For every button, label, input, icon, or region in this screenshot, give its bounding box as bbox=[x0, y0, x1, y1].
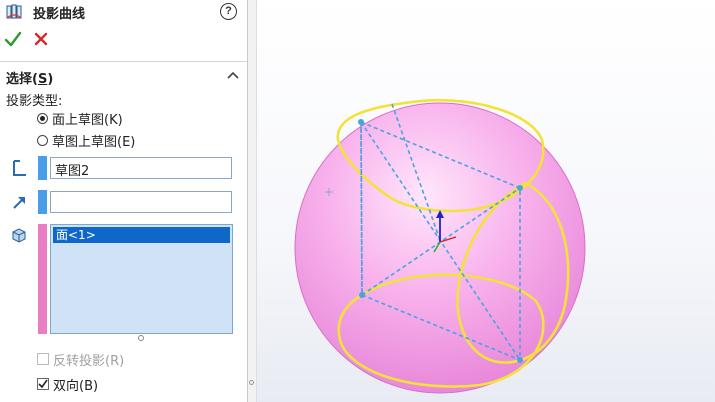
faces-color-tab bbox=[38, 224, 47, 334]
selection-group-title-key: S bbox=[37, 72, 48, 87]
radio-sketch-on-sketch[interactable]: 草图上草图(E) bbox=[37, 131, 136, 150]
cancel-button[interactable] bbox=[32, 30, 50, 48]
sketch-to-project-icon bbox=[13, 160, 26, 176]
face-selection-icon bbox=[12, 228, 26, 243]
bidirectional-checkbox[interactable] bbox=[37, 378, 49, 390]
projection-type-label: 投影类型: bbox=[6, 94, 63, 109]
list-item[interactable]: 面<1> bbox=[53, 227, 230, 243]
header-divider bbox=[0, 61, 247, 62]
sphere-model[interactable] bbox=[257, 0, 715, 402]
radio-sketch-on-sketch-label: 草图上草图(E) bbox=[52, 134, 136, 150]
radio-sketch-on-faces[interactable]: 面上草图(K) bbox=[37, 109, 123, 128]
sketch-color-tab bbox=[38, 156, 47, 180]
property-manager-header: 投影曲线 ? bbox=[0, 0, 247, 24]
bidirectional-option[interactable]: 双向(B) bbox=[37, 375, 99, 394]
reverse-projection-checkbox bbox=[37, 353, 49, 365]
panel-title: 投影曲线 bbox=[33, 7, 86, 22]
selection-group-title[interactable]: 选择(S) bbox=[6, 68, 53, 87]
radio-sketch-on-faces-label: 面上草图(K) bbox=[52, 112, 123, 128]
ok-button[interactable] bbox=[4, 30, 22, 48]
bidirectional-label: 双向(B) bbox=[53, 378, 99, 394]
radio-indicator[interactable] bbox=[37, 112, 48, 124]
help-icon[interactable]: ? bbox=[220, 3, 237, 20]
panel-splitter[interactable] bbox=[247, 0, 257, 402]
radio-indicator[interactable] bbox=[37, 134, 48, 146]
direction-selection-field[interactable] bbox=[50, 191, 232, 213]
selection-group-title-prefix: 选择( bbox=[6, 72, 38, 87]
direction-color-tab bbox=[38, 190, 47, 214]
projected-curve-icon bbox=[6, 4, 22, 19]
sketch-selection-field[interactable]: 草图2 bbox=[50, 157, 232, 179]
selection-group-title-suffix: ) bbox=[47, 72, 54, 87]
reverse-projection-option: 反转投影(R) bbox=[37, 350, 125, 369]
check-mark-icon bbox=[38, 379, 48, 389]
graphics-viewport[interactable] bbox=[257, 0, 715, 402]
property-manager: 投影曲线 ? 选择(S) 投影类型: 面上草图(K) 草图上草图(E) 草图2 … bbox=[0, 0, 247, 402]
reverse-projection-label: 反转投影(R) bbox=[53, 353, 125, 369]
chevron-up-icon[interactable] bbox=[227, 70, 239, 80]
projection-direction-icon bbox=[13, 197, 25, 209]
splitter-handle[interactable] bbox=[249, 380, 254, 385]
faces-list[interactable]: 面<1> bbox=[50, 224, 233, 334]
list-resize-handle[interactable] bbox=[138, 335, 144, 341]
